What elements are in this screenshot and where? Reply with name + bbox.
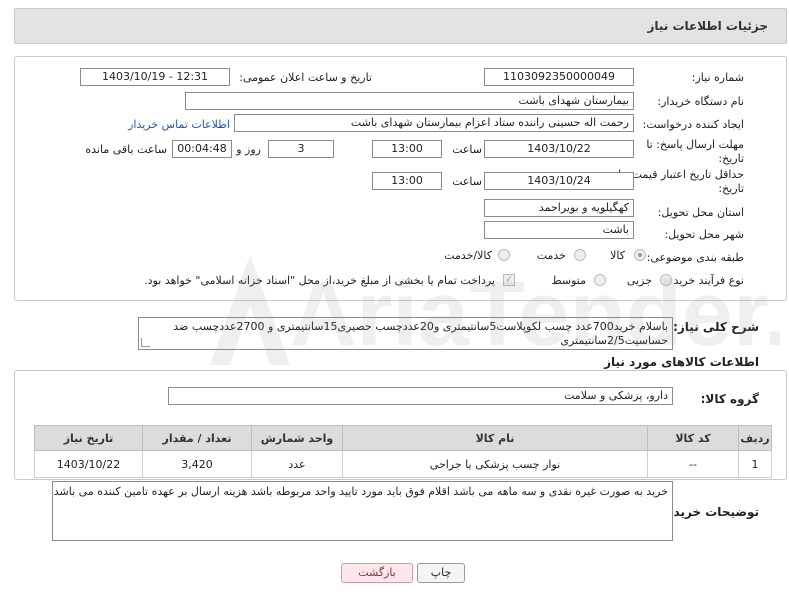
buyer-org-field[interactable]: بیمارستان شهدای باشت — [185, 92, 634, 110]
category-option-goods-service: کالا/خدمت — [444, 249, 492, 262]
description-label: شرح کلی نیاز: — [673, 320, 759, 334]
cell-date: 1403/10/22 — [34, 450, 143, 478]
province-label: استان محل تحویل: — [657, 206, 744, 219]
col-row: ردیف — [738, 425, 772, 451]
payment-note: پرداخت تمام یا بخشی از مبلغ خرید،از محل … — [144, 274, 495, 287]
category-option-goods: کالا — [610, 249, 625, 262]
creator-field[interactable]: رحمت اله حسینی راننده ستاد اعزام بیمارست… — [234, 114, 634, 132]
purchase-type-option-medium: متوسط — [551, 274, 586, 287]
table-row: 1 -- نوار چسب پزشکی یا جراحی عدد 3,420 1… — [34, 450, 772, 478]
category-option-service: خدمت — [536, 249, 566, 262]
deadline-time-field[interactable]: 13:00 — [372, 140, 442, 158]
back-button[interactable]: بازگشت — [341, 563, 413, 583]
days-field[interactable]: 3 — [268, 140, 334, 158]
goods-section-title: اطلاعات کالاهای مورد نیاز — [604, 355, 759, 369]
deadline-time-label: ساعت — [452, 143, 482, 156]
goods-group-field[interactable]: دارو، پزشکی و سلامت — [168, 387, 673, 405]
purchase-type-option-minor: جزیی — [626, 274, 652, 287]
cell-unit: عدد — [251, 450, 343, 478]
purchase-type-radio-minor[interactable] — [660, 274, 672, 286]
print-button[interactable]: چاپ — [417, 563, 465, 583]
announce-label: تاریخ و ساعت اعلان عمومی: — [239, 71, 372, 84]
payment-checkbox[interactable]: ✓ — [503, 274, 515, 286]
price-validity-date-field[interactable]: 1403/10/24 — [484, 172, 634, 190]
description-textarea[interactable]: باسلام خرید700عدد چسب لکوپلاست5سانتیمتری… — [138, 317, 673, 350]
col-name: نام کالا — [342, 425, 648, 451]
cell-qty: 3,420 — [142, 450, 252, 478]
days-label: روز و — [236, 143, 261, 156]
price-validity-time-label: ساعت — [452, 175, 482, 188]
purchase-type-radio-medium[interactable] — [594, 274, 606, 286]
deadline-label: مهلت ارسال پاسخ: تا تاریخ: — [646, 138, 744, 165]
category-label: طبقه بندی موضوعی: — [646, 251, 744, 264]
need-number-field[interactable]: 1103092350000049 — [484, 68, 634, 86]
remaining-time-field[interactable]: 00:04:48 — [172, 140, 232, 158]
deadline-date-field[interactable]: 1403/10/22 — [484, 140, 634, 158]
announce-field[interactable]: 1403/10/19 - 12:31 — [80, 68, 230, 86]
category-radio-service[interactable] — [574, 249, 586, 261]
cell-name: نوار چسب پزشکی یا جراحی — [342, 450, 648, 478]
price-validity-time-field[interactable]: 13:00 — [372, 172, 442, 190]
city-label: شهر محل تحویل: — [664, 228, 744, 241]
contact-info-link[interactable]: اطلاعات تماس خریدار — [128, 118, 230, 131]
page-header: جزئیات اطلاعات نیاز — [14, 8, 787, 44]
creator-label: ایجاد کننده درخواست: — [642, 118, 744, 131]
category-radio-goods-service[interactable] — [498, 249, 510, 261]
remaining-label: ساعت باقی مانده — [85, 143, 167, 156]
goods-group-label: گروه کالا: — [700, 392, 759, 406]
cell-code: -- — [647, 450, 739, 478]
purchase-type-label: نوع فرآیند خرید : — [666, 274, 744, 287]
buyer-org-label: نام دستگاه خریدار: — [657, 95, 744, 108]
col-unit: واحد شمارش — [251, 425, 343, 451]
province-field[interactable]: کهگیلویه و بویراحمد — [484, 199, 634, 217]
col-qty: تعداد / مقدار — [142, 425, 252, 451]
buyer-notes-textarea[interactable]: خرید به صورت غیره نقدی و سه ماهه می باشد… — [52, 481, 673, 541]
cell-row: 1 — [738, 450, 772, 478]
col-code: کد کالا — [647, 425, 739, 451]
category-radio-goods[interactable] — [634, 249, 646, 261]
goods-table: ردیف کد کالا نام کالا واحد شمارش تعداد /… — [34, 425, 772, 478]
need-number-label: شماره نیاز: — [691, 71, 744, 84]
page-title: جزئیات اطلاعات نیاز — [647, 19, 768, 33]
goods-table-header: ردیف کد کالا نام کالا واحد شمارش تعداد /… — [34, 425, 772, 451]
col-date: تاریخ نیاز — [34, 425, 143, 451]
city-field[interactable]: باشت — [484, 221, 634, 239]
